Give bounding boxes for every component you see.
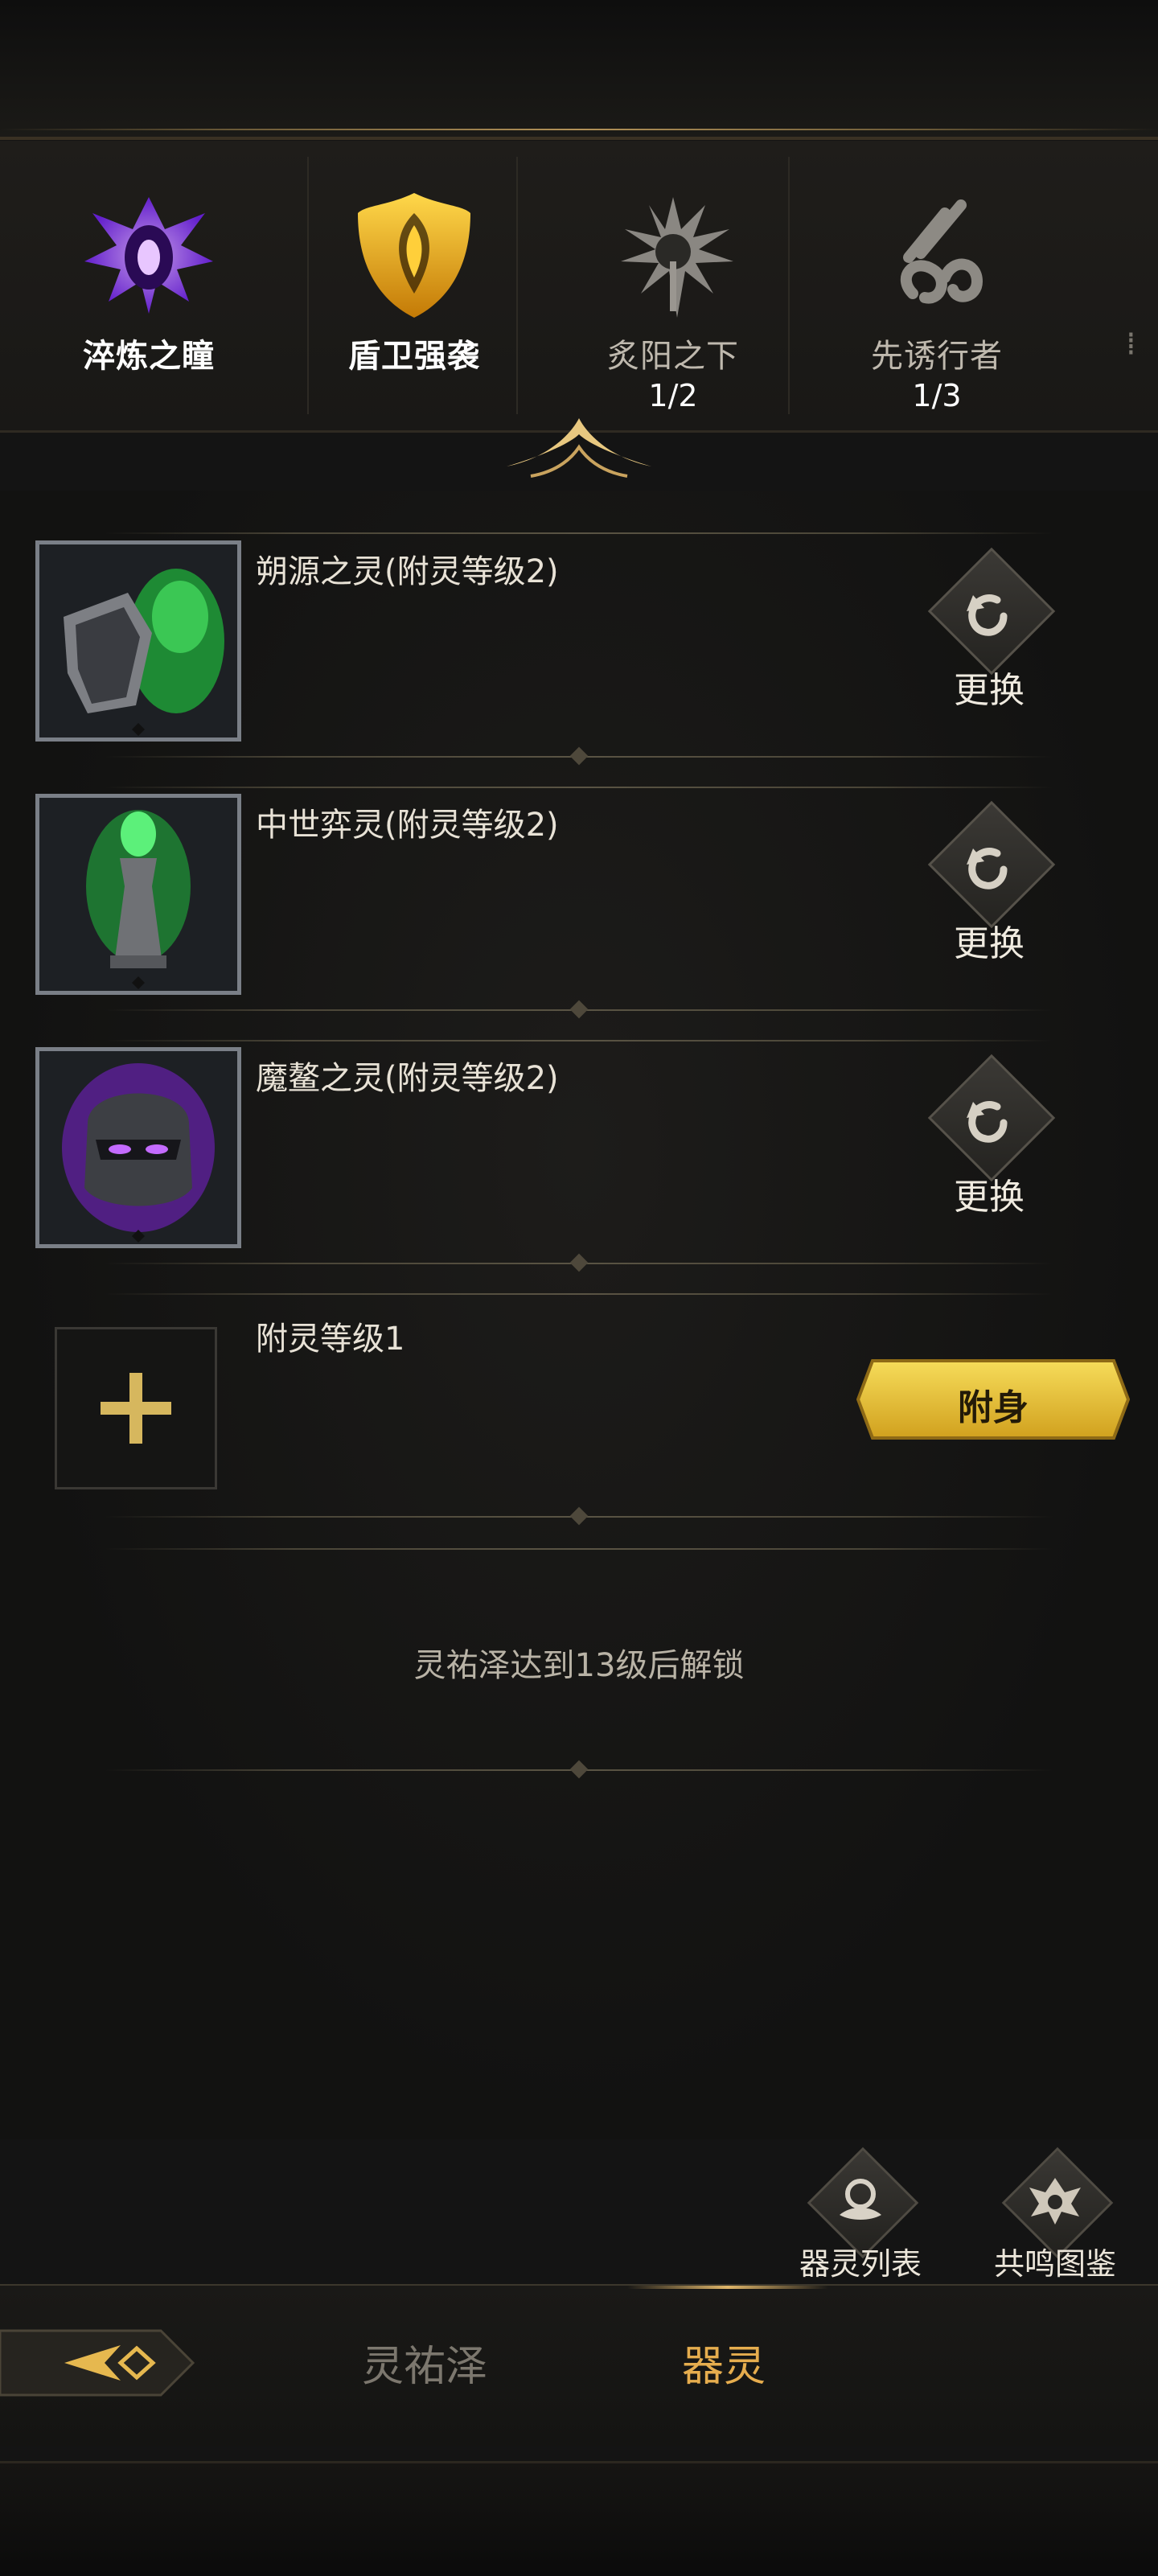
green-armor-spirit-icon[interactable]	[35, 540, 241, 742]
back-arrow-icon	[0, 2329, 195, 2397]
tab-label: 盾卫强袭	[348, 338, 480, 375]
tab-qiling[interactable]: 器灵	[682, 2332, 766, 2393]
purple-eye-emblem-icon	[76, 181, 221, 326]
spirit-list-icon	[840, 2179, 881, 2220]
top-frame	[0, 0, 1158, 140]
spirit-slot-1: 朔源之灵(附灵等级2) 更换	[0, 483, 1158, 742]
back-button[interactable]	[0, 2315, 201, 2411]
swap-button-label: 更换	[954, 923, 1025, 964]
swap-button-label: 更换	[954, 670, 1025, 711]
tab-divider	[516, 157, 518, 414]
tab-label: 先诱行者	[871, 338, 1003, 375]
spirit-slot-2: 中世弈灵(附灵等级2) 更换	[0, 736, 1158, 995]
bottom-frame	[0, 2461, 1158, 2576]
locked-slot-hint: 灵祐泽达到13级后解锁	[413, 1647, 745, 1684]
plus-icon	[101, 1373, 171, 1444]
resonance-codex-label: 共鸣图鉴	[993, 2246, 1116, 2282]
golden-shield-emblem-icon	[342, 181, 487, 326]
tab-lingyouze[interactable]: 灵祐泽	[362, 2332, 487, 2393]
collapse-chevron-icon[interactable]	[499, 410, 659, 483]
sun-tree-emblem-icon	[601, 181, 745, 326]
tab-label: 炙阳之下	[607, 338, 739, 375]
active-tab-indicator	[627, 2286, 828, 2289]
set-tab-bar: 淬炼之瞳 盾卫强袭 炙阳之下 1/2 先诱行者 1/3 ⁞	[0, 141, 1158, 433]
divider	[105, 1548, 1053, 1550]
slot-title: 附灵等级1	[256, 1321, 405, 1358]
spirit-list-label: 器灵列表	[799, 2246, 922, 2282]
winged-crest-icon	[1029, 2178, 1081, 2225]
add-spirit-slot[interactable]	[55, 1327, 217, 1489]
swap-button[interactable]: 更换	[925, 1054, 1056, 1230]
swap-button[interactable]: 更换	[925, 547, 1056, 724]
tab-progress: 1/2	[648, 378, 698, 413]
refresh-icon	[967, 848, 1008, 889]
slot-title: 魔鳌之灵(附灵等级2)	[256, 1060, 559, 1097]
attach-button-label: 附身	[958, 1387, 1029, 1428]
tab-set-4[interactable]: 先诱行者 1/3	[804, 141, 1070, 430]
swap-button-label: 更换	[954, 1177, 1025, 1218]
tab-set-1[interactable]: 淬炼之瞳	[16, 141, 281, 430]
bottom-tool-bar: 器灵列表 共鸣图鉴	[0, 2139, 1158, 2284]
divider	[105, 1293, 1053, 1295]
tab-set-2[interactable]: 盾卫强袭	[281, 141, 547, 430]
tab-overflow-hint: ⁞	[1126, 326, 1136, 363]
refresh-icon	[967, 594, 1008, 636]
attach-button[interactable]: 附身	[856, 1359, 1130, 1440]
swap-button[interactable]: 更换	[925, 800, 1056, 977]
tab-progress: 1/3	[912, 378, 962, 413]
spirit-slot-3: 魔鳌之灵(附灵等级2) 更换	[0, 989, 1158, 1248]
tab-label: 淬炼之瞳	[83, 338, 215, 375]
resonance-codex-button[interactable]: 共鸣图鉴	[975, 2139, 1135, 2284]
purple-helmet-spirit-icon[interactable]	[35, 1047, 241, 1248]
slot-title: 朔源之灵(附灵等级2)	[256, 553, 559, 590]
tab-set-3[interactable]: 炙阳之下 1/2	[540, 141, 806, 430]
swirl-claw-emblem-icon	[864, 181, 1009, 326]
refresh-icon	[967, 1101, 1008, 1143]
spirit-list-button[interactable]: 器灵列表	[780, 2139, 941, 2284]
tab-divider	[788, 157, 790, 414]
slot-title: 中世弈灵(附灵等级2)	[256, 807, 559, 844]
green-chess-spirit-icon[interactable]	[35, 794, 241, 995]
